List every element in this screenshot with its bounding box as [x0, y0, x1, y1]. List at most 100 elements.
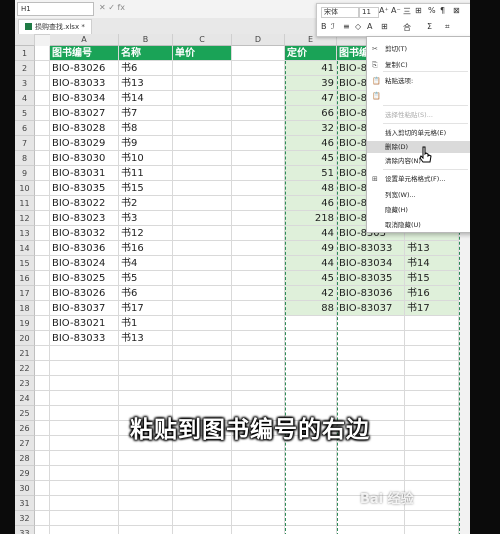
grid-cell[interactable] — [232, 151, 285, 166]
toolbar-glyph-icon[interactable]: ≡ — [343, 22, 350, 31]
right-table-cell[interactable]: 书14 — [405, 256, 459, 271]
row-header[interactable]: 24 — [15, 391, 35, 406]
grid-cell[interactable] — [119, 361, 173, 376]
grid-cell[interactable] — [337, 466, 405, 481]
right-table-cell[interactable]: 书13 — [405, 241, 459, 256]
right-table-cell[interactable]: 44 — [285, 226, 337, 241]
grid-cell[interactable] — [50, 376, 119, 391]
grid-cell[interactable] — [35, 286, 50, 301]
name-box[interactable]: H1 — [17, 2, 94, 16]
left-table-cell[interactable]: BIO-83025 — [50, 271, 119, 286]
context-menu-item[interactable]: ⎘ 复制(C) — [367, 59, 470, 71]
grid-cell[interactable] — [285, 466, 337, 481]
grid-cell[interactable] — [337, 511, 405, 526]
font-size-box[interactable]: 11 — [359, 7, 379, 18]
grid-cell[interactable] — [232, 61, 285, 76]
grid-cell[interactable] — [119, 346, 173, 361]
grid-cell[interactable] — [173, 481, 232, 496]
right-table-cell[interactable]: BIO-83034 — [337, 256, 405, 271]
grid-cell[interactable] — [35, 76, 50, 91]
row-header[interactable]: 13 — [15, 226, 35, 241]
column-header-b[interactable]: B — [119, 34, 173, 46]
toolbar-glyph-icon[interactable]: ◇ — [355, 22, 361, 31]
grid-cell[interactable] — [232, 211, 285, 226]
grid-cell[interactable] — [35, 376, 50, 391]
left-table-cell[interactable]: 书14 — [119, 91, 173, 106]
left-table-cell[interactable]: 书6 — [119, 61, 173, 76]
grid-cell[interactable] — [35, 46, 50, 61]
right-table-cell[interactable]: BIO-83036 — [337, 286, 405, 301]
grid-cell[interactable] — [173, 331, 232, 346]
right-table-cell[interactable]: 47 — [285, 91, 337, 106]
row-header[interactable]: 10 — [15, 181, 35, 196]
grid-cell[interactable] — [232, 331, 285, 346]
toolbar-glyph-icon[interactable]: B — [321, 22, 327, 31]
left-table-cell[interactable]: BIO-83029 — [50, 136, 119, 151]
grid-cell[interactable] — [232, 121, 285, 136]
left-table-cell[interactable]: 书17 — [119, 301, 173, 316]
grid-cell[interactable] — [232, 496, 285, 511]
grid-cell[interactable] — [119, 451, 173, 466]
left-table-cell[interactable]: 书5 — [119, 271, 173, 286]
left-table-cell[interactable]: BIO-83028 — [50, 121, 119, 136]
grid-cell[interactable] — [35, 331, 50, 346]
right-table-cell[interactable]: 32 — [285, 121, 337, 136]
grid-cell[interactable] — [173, 391, 232, 406]
row-header[interactable]: 19 — [15, 316, 35, 331]
grid-cell[interactable] — [232, 196, 285, 211]
left-table-cell[interactable]: BIO-83031 — [50, 166, 119, 181]
right-table-cell[interactable]: BIO-83035 — [337, 271, 405, 286]
grid-cell[interactable] — [35, 526, 50, 534]
grid-cell[interactable] — [173, 451, 232, 466]
grid-cell[interactable] — [405, 391, 459, 406]
context-menu-item[interactable]: 📋 — [367, 90, 470, 102]
right-table-cell[interactable]: 44 — [285, 256, 337, 271]
grid-cell[interactable] — [285, 376, 337, 391]
grid-cell[interactable] — [232, 76, 285, 91]
toolbar-glyph-icon[interactable]: 三 — [403, 6, 411, 17]
right-table-cell[interactable]: BIO-83033 — [337, 241, 405, 256]
grid-cell[interactable] — [35, 271, 50, 286]
grid-cell[interactable] — [285, 391, 337, 406]
grid-cell[interactable] — [35, 346, 50, 361]
grid-cell[interactable] — [173, 316, 232, 331]
grid-cell[interactable] — [119, 526, 173, 534]
toolbar-glyph-icon[interactable]: 合 — [403, 22, 411, 33]
grid-cell[interactable] — [285, 316, 337, 331]
grid-cell[interactable] — [173, 151, 232, 166]
grid-cell[interactable] — [173, 121, 232, 136]
grid-cell[interactable] — [232, 316, 285, 331]
grid-cell[interactable] — [173, 286, 232, 301]
grid-cell[interactable] — [35, 466, 50, 481]
column-header-c[interactable]: C — [173, 34, 232, 46]
left-table-cell[interactable]: BIO-83033 — [50, 76, 119, 91]
font-name-box[interactable]: 宋体 — [321, 7, 359, 18]
grid-cell[interactable] — [405, 466, 459, 481]
grid-cell[interactable] — [50, 451, 119, 466]
grid-cell[interactable] — [35, 211, 50, 226]
left-table-cell[interactable]: 书12 — [119, 226, 173, 241]
grid-cell[interactable] — [173, 106, 232, 121]
right-table-cell[interactable]: 46 — [285, 136, 337, 151]
grid-cell[interactable] — [50, 511, 119, 526]
left-table-cell[interactable]: 书2 — [119, 196, 173, 211]
grid-cell[interactable] — [35, 91, 50, 106]
left-table-cell[interactable]: BIO-83032 — [50, 226, 119, 241]
grid-cell[interactable] — [173, 241, 232, 256]
grid-cell[interactable] — [50, 496, 119, 511]
grid-cell[interactable] — [285, 331, 337, 346]
left-table-cell[interactable]: BIO-83026 — [50, 286, 119, 301]
grid-cell[interactable] — [285, 361, 337, 376]
grid-cell[interactable] — [173, 526, 232, 534]
left-table-cell[interactable]: BIO-83036 — [50, 241, 119, 256]
left-table-cell[interactable]: 书3 — [119, 211, 173, 226]
column-header-a[interactable]: A — [50, 34, 119, 46]
row-header[interactable]: 16 — [15, 271, 35, 286]
left-table-cell[interactable]: BIO-83034 — [50, 91, 119, 106]
right-table-cell[interactable]: 书16 — [405, 286, 459, 301]
file-tab[interactable]: 损购查找.xlsx * — [18, 19, 92, 34]
grid-cell[interactable] — [35, 166, 50, 181]
right-table-cell[interactable]: BIO-83037 — [337, 301, 405, 316]
row-header[interactable]: 30 — [15, 481, 35, 496]
left-table-cell[interactable]: 书7 — [119, 106, 173, 121]
